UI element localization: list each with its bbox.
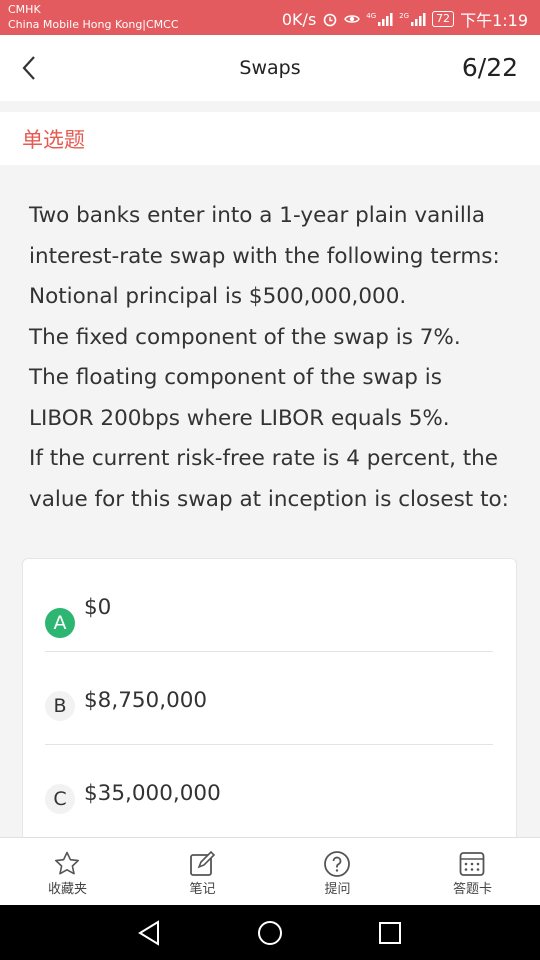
question-counter: 6/22 [461,53,518,82]
header-bar: Swaps 6/22 [0,35,540,101]
toolbar-label: 答题卡 [452,882,492,897]
home-circle-icon[interactable] [256,919,284,947]
bottom-toolbar: 收藏夹 笔记 提问 答题卡 [0,837,540,905]
stem-line: LIBOR 200bps where LIBOR equals 5%. [29,405,450,431]
question-stem: Two banks enter into a 1-year plain vani… [29,196,519,520]
signal-2g-label: 2G [399,12,410,20]
status-bar: CMHK China Mobile Hong Kong|CMCC 0K/s 4G… [0,0,540,35]
question-type-label: 单选题 [22,128,85,152]
option-a[interactable]: A $0 [45,559,493,652]
stem-line: value for this swap at inception is clos… [29,486,509,512]
recents-square-icon[interactable] [377,919,403,947]
carrier-name: CMHK [8,3,41,16]
alarm-icon [323,13,337,27]
toolbar-label: 提问 [324,882,351,897]
network-speed: 0K/s [281,9,317,29]
question-content: Two banks enter into a 1-year plain vani… [0,165,540,858]
answer-card-button[interactable]: 答题卡 [405,838,540,906]
eye-icon [344,15,361,23]
stem-line: Two banks enter into a 1-year plain vani… [29,203,486,228]
status-indicators: 0K/s 4G 2G 72 下午1:19 [282,7,528,31]
notes-button[interactable]: 笔记 [135,838,270,906]
signal-icon: 4G [366,12,393,26]
toolbar-label: 收藏夹 [47,882,87,897]
clock: 下午1:19 [460,11,528,30]
system-navigation-bar [0,905,540,960]
option-text: $8,750,000 [84,688,208,713]
option-letter-correct: A [45,608,75,638]
toolbar-label: 笔记 [189,882,216,897]
stem-line: interest-rate swap with the following te… [29,243,500,269]
option-text: $0 [84,595,112,620]
option-text: $35,000,000 [84,781,221,806]
note-edit-icon [190,850,216,876]
page-title: Swaps [239,57,301,79]
option-letter: C [45,784,75,814]
answer-options: A $0 B $8,750,000 C $35,000,000 [22,558,517,858]
question-type-bar: 单选题 [0,112,540,165]
option-b[interactable]: B $8,750,000 [45,652,493,745]
favorites-button[interactable]: 收藏夹 [0,838,135,906]
star-icon [55,851,79,875]
carrier-network: China Mobile Hong Kong|CMCC [8,18,179,31]
ask-question-button[interactable]: 提问 [270,838,405,906]
signal-icon: 2G [399,12,426,26]
battery-icon: 72 [432,11,455,27]
back-triangle-icon[interactable] [136,919,162,947]
signal-4g-label: 4G [366,12,377,20]
stem-line: If the current risk-free rate is 4 perce… [29,446,499,471]
question-icon [324,851,350,877]
stem-line: Notional principal is $500,000,000. [29,284,407,309]
option-c[interactable]: C $35,000,000 [45,745,493,838]
answer-card-icon [459,852,485,876]
option-letter: B [45,691,75,721]
stem-line: The floating component of the swap is [29,365,442,390]
stem-line: The fixed component of the swap is 7%. [29,324,461,350]
